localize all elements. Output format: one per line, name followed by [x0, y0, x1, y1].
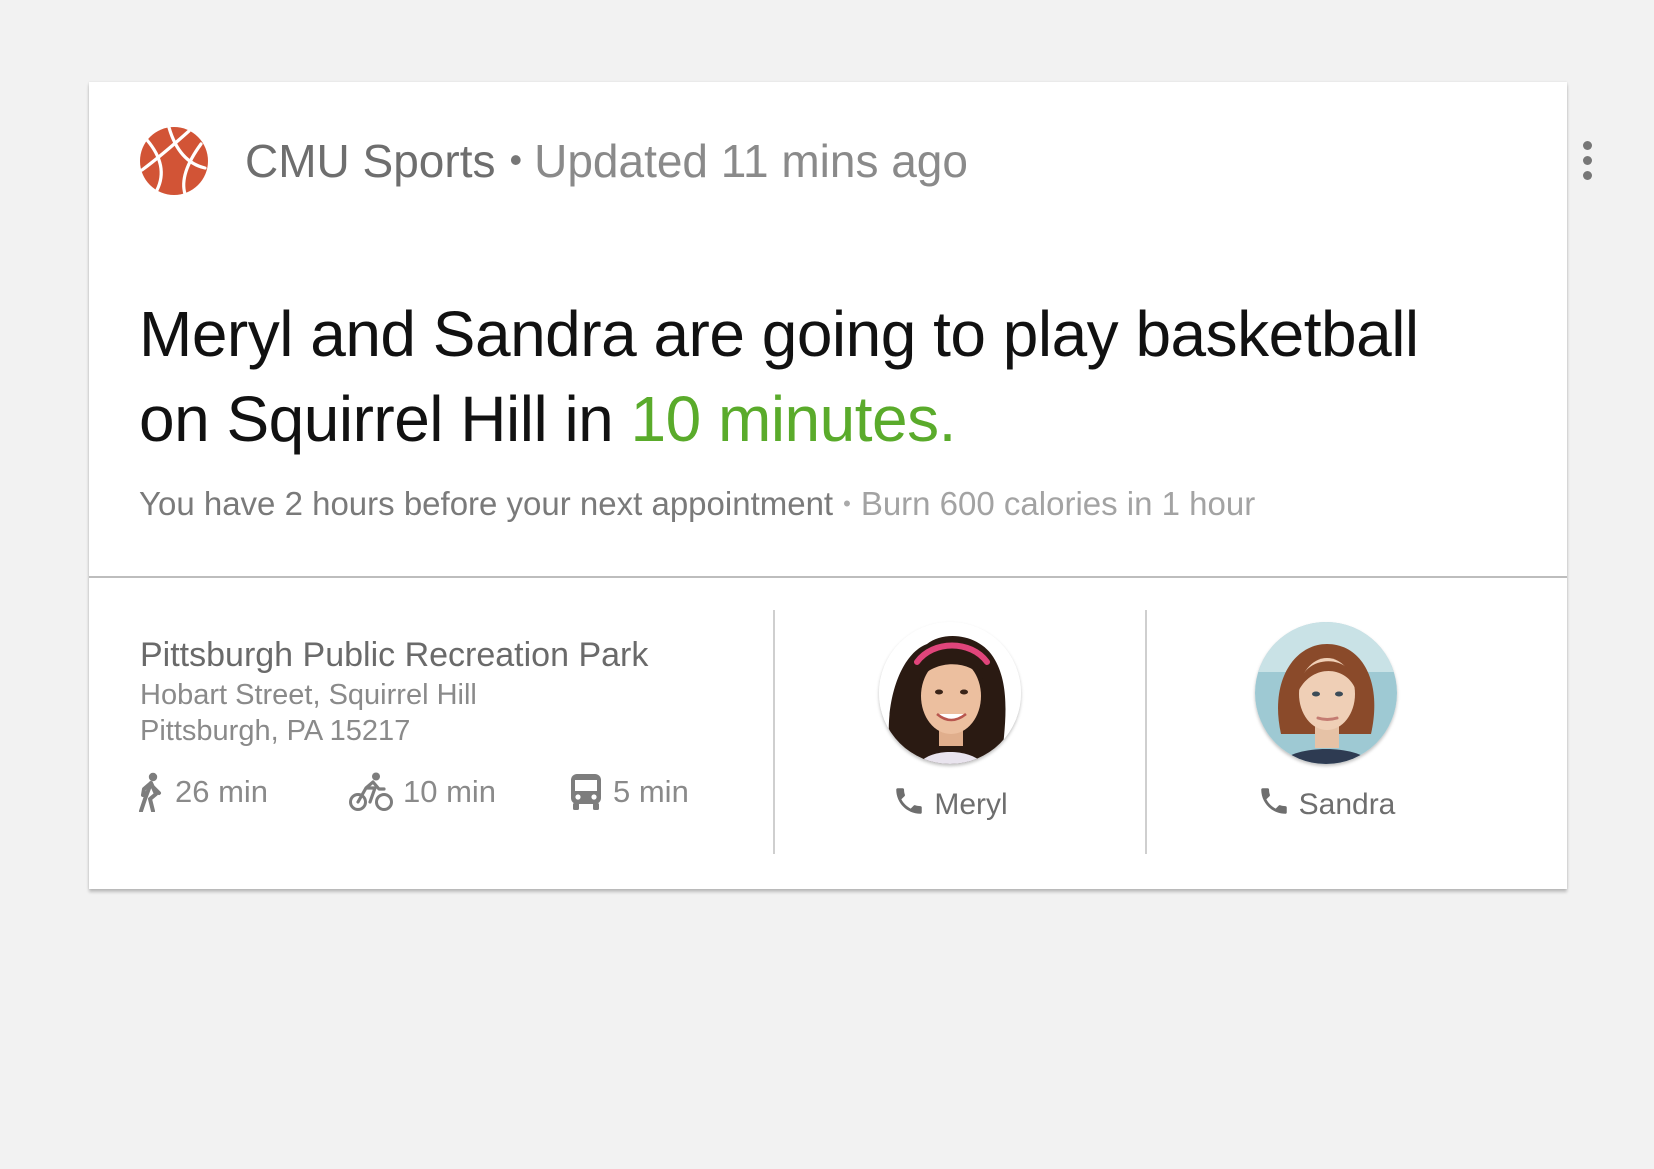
column-divider	[773, 610, 775, 854]
walk-time: 26 min	[175, 774, 269, 809]
call-meryl-button[interactable]: Meryl	[892, 784, 1008, 826]
contact-sandra[interactable]: Sandra	[1251, 622, 1401, 826]
basketball-icon	[139, 125, 209, 196]
menu-dot	[1582, 170, 1592, 180]
menu-dot	[1582, 140, 1592, 150]
address-line-2: Pittsburgh, PA 15217	[140, 715, 411, 747]
address-line-1: Hobart Street, Squirrel Hill	[140, 679, 477, 711]
notification-card[interactable]: CMU Sports • Updated 11 mins ago Meryl and…	[89, 82, 1592, 889]
phone-icon	[892, 784, 926, 826]
bike-time: 10 min	[403, 774, 497, 809]
bus-icon	[569, 772, 603, 812]
travel-walk[interactable]: 26 min	[137, 772, 268, 812]
avatar[interactable]	[1255, 622, 1397, 764]
travel-bike[interactable]: 10 min	[349, 772, 496, 812]
contact-name: Sandra	[1298, 788, 1396, 821]
call-sandra-button[interactable]: Sandra	[1257, 784, 1396, 826]
subline-separator: •	[843, 491, 851, 516]
contact-meryl[interactable]: Meryl	[875, 622, 1025, 826]
card-divider	[89, 576, 1567, 578]
subline-appointment: You have 2 hours before your next appoin…	[139, 485, 834, 522]
updated-timestamp: Updated 11 mins ago	[534, 135, 968, 187]
avatar[interactable]	[879, 622, 1021, 764]
location-name[interactable]: Pittsburgh Public Recreation Park	[140, 636, 648, 675]
phone-icon	[1257, 784, 1291, 826]
contact-name: Meryl	[934, 788, 1008, 821]
more-vert-icon[interactable]	[1561, 134, 1613, 186]
travel-bus[interactable]: 5 min	[569, 772, 689, 812]
card-headline: Meryl and Sandra are going to play baske…	[139, 292, 1439, 462]
headline-time-highlight: 10 minutes.	[630, 383, 957, 455]
column-divider	[1145, 610, 1147, 854]
header-separator: •	[509, 139, 523, 180]
menu-dot	[1582, 155, 1592, 165]
card-header: CMU Sports • Updated 11 mins ago	[245, 130, 968, 192]
source-name: CMU Sports	[245, 135, 496, 187]
walk-icon	[137, 772, 165, 812]
bus-time: 5 min	[613, 774, 689, 809]
subline-calories: Burn 600 calories in 1 hour	[860, 485, 1256, 522]
card-subline: You have 2 hours before your next appoin…	[139, 482, 1255, 530]
bike-icon	[349, 772, 393, 812]
